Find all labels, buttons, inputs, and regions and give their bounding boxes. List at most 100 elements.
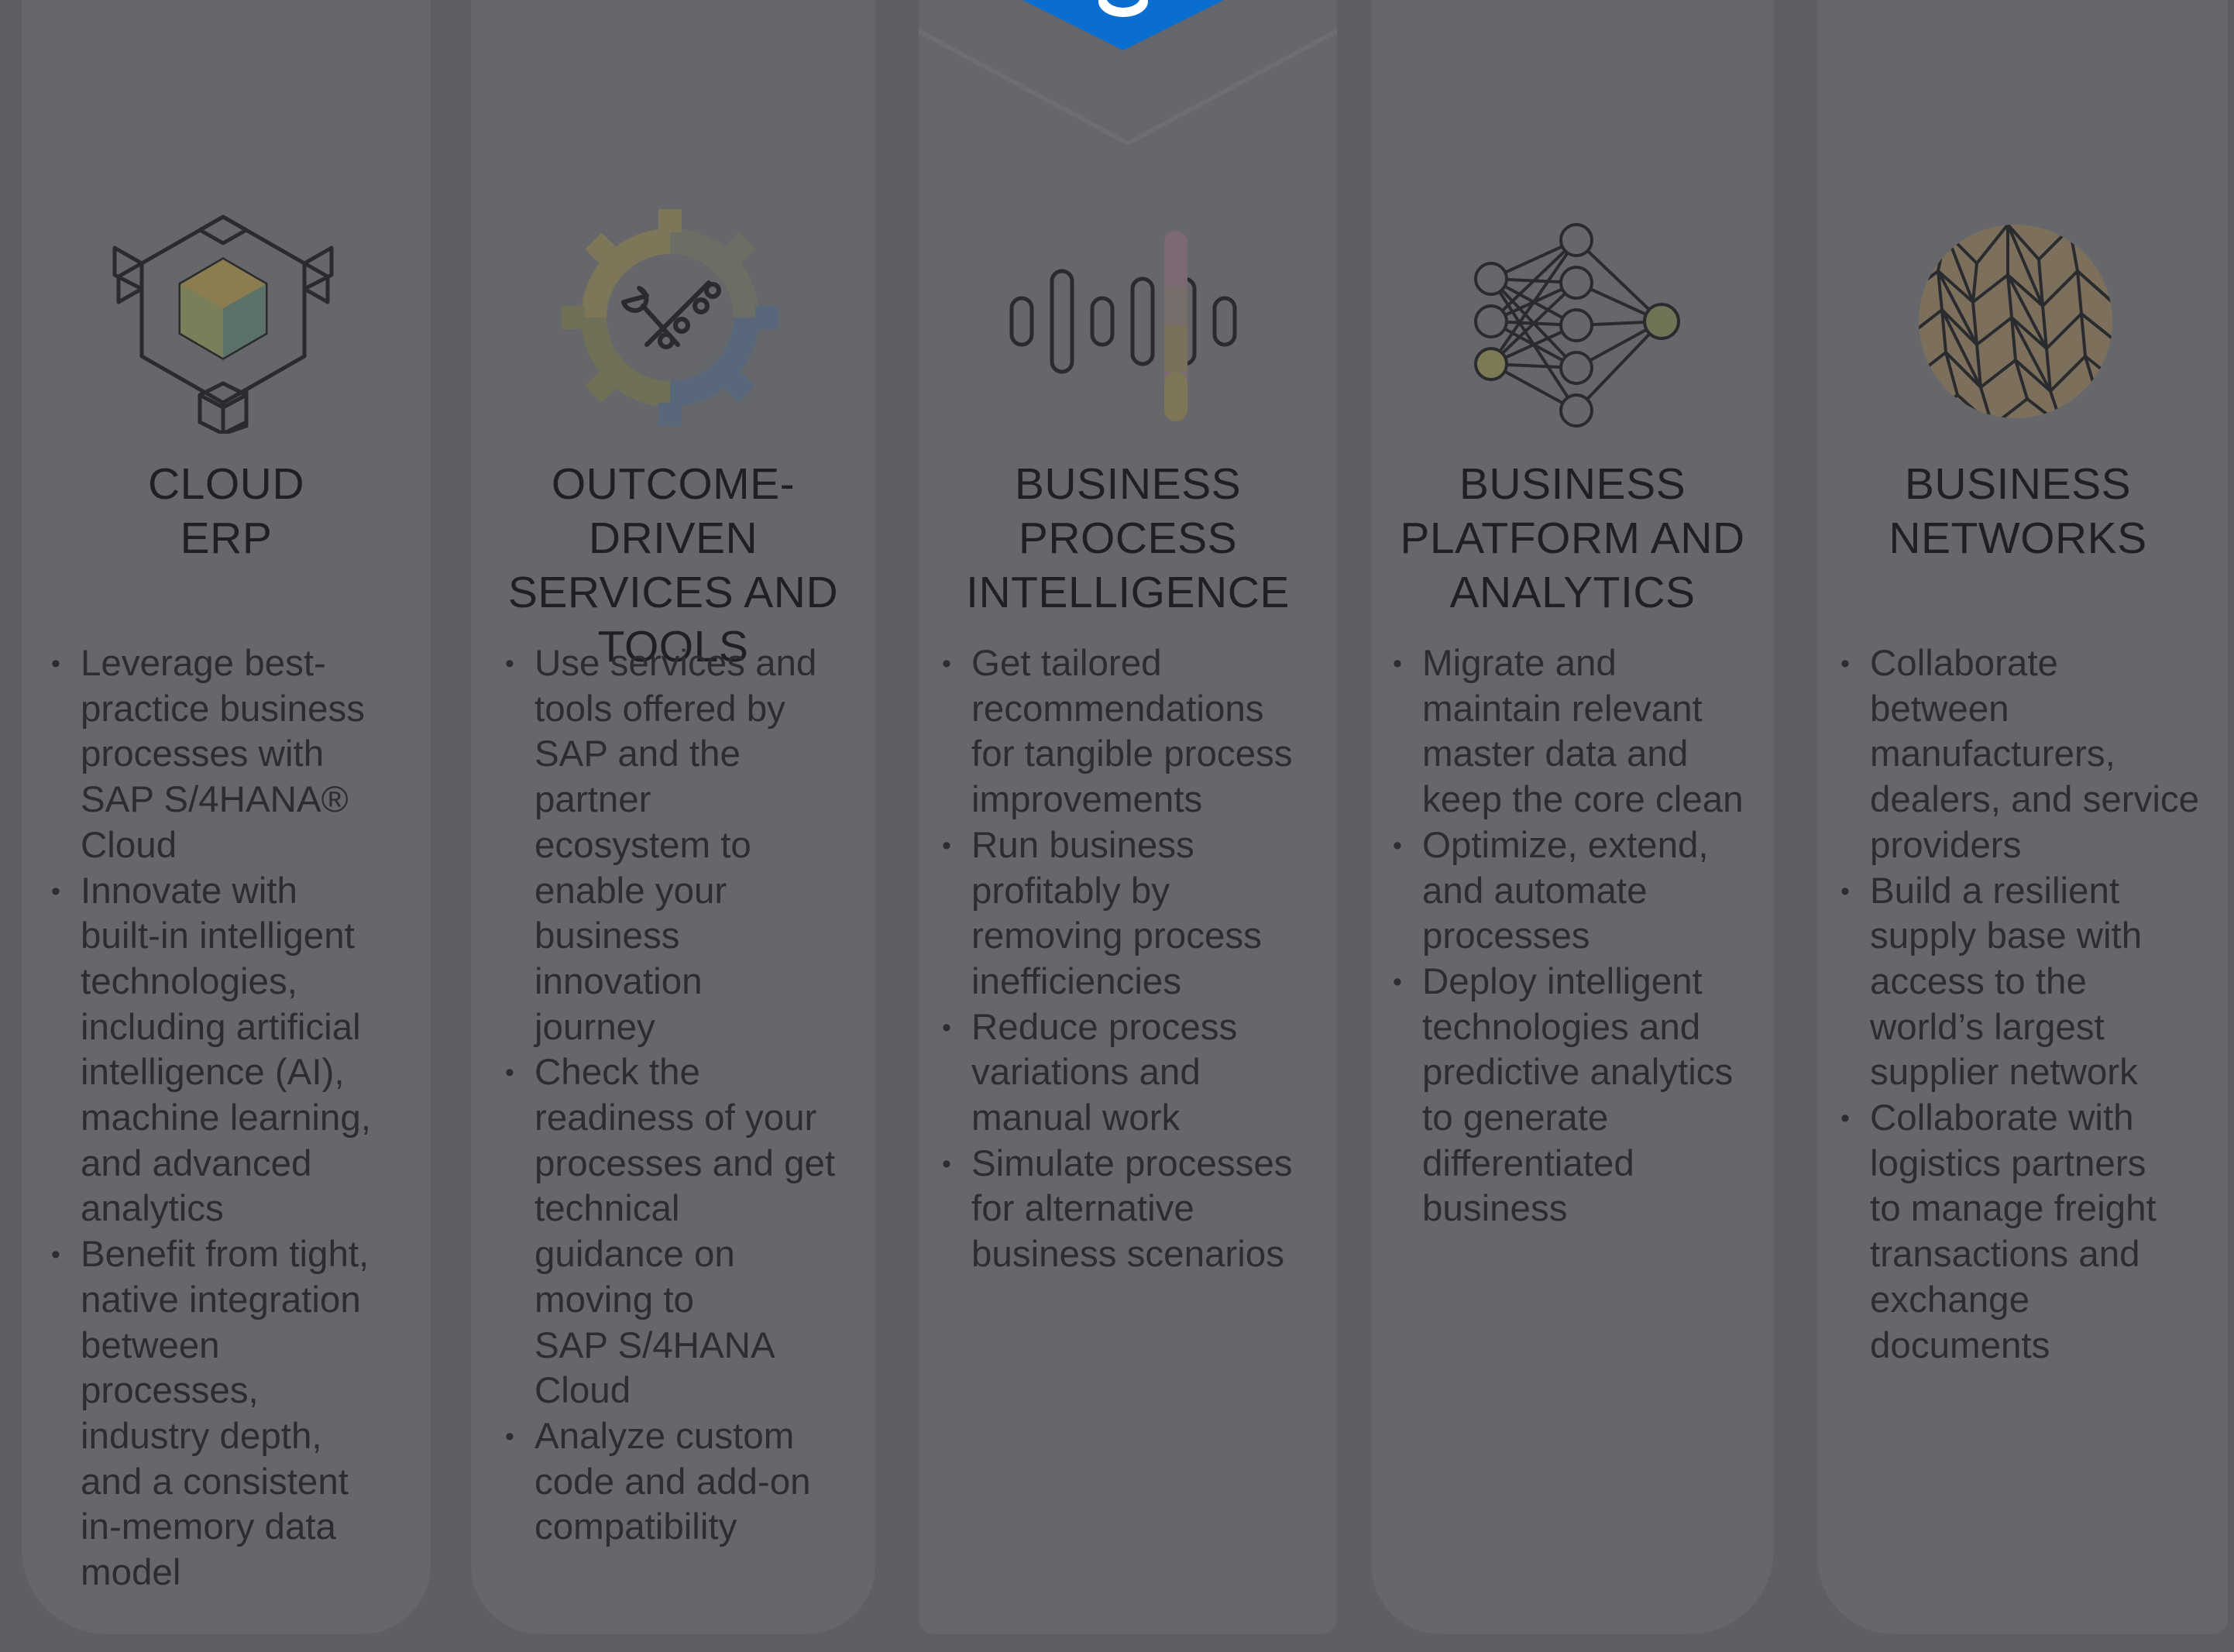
list-item: Deploy intelligent technologies and pred…: [1387, 960, 1774, 1232]
bullet-line: profitably by: [971, 870, 1170, 912]
title-line: OUTCOME-DRIVEN: [551, 459, 796, 563]
list-item: Benefit from tight, native integration b…: [45, 1232, 424, 1596]
bullet-line: SAP S/4HANA®: [81, 779, 349, 821]
solution-overview-page: CLOUD ERP Leverage best- practice busine…: [0, 0, 2234, 1652]
bullet-line: Cloud: [534, 1370, 631, 1412]
list-item: Leverage best- practice business process…: [45, 641, 424, 869]
title-line: BUSINESS: [1904, 459, 2132, 509]
bullet-line: dealers, and service: [1870, 779, 2200, 821]
list-item: Collaborate between manufacturers, deale…: [1834, 641, 2222, 869]
bullet-line: between: [1870, 688, 2009, 730]
column-title-platform-analytics: BUSINESS PLATFORM AND ANALYTICS: [1371, 457, 1774, 620]
bullet-line: ecosystem to: [534, 824, 751, 866]
bullet-line: practice business: [81, 688, 365, 730]
bullet-line: Collaborate with: [1870, 1097, 2134, 1139]
bullet-line: recommendations: [971, 688, 1264, 730]
gear-tools-icon: [554, 201, 786, 434]
bullet-line: Cloud: [81, 824, 177, 866]
bullet-line: processes: [1422, 915, 1590, 957]
bullet-line: Benefit from tight,: [81, 1234, 369, 1276]
list-item: Reduce process variations and manual wor…: [936, 1005, 1331, 1142]
list-item: Run business profitably by removing proc…: [936, 823, 1331, 1005]
bullet-line: partner: [534, 779, 651, 821]
list-item: Analyze custom code and add-on compatibi…: [499, 1414, 871, 1551]
bullet-line: business: [534, 915, 680, 957]
bullet-line: Innovate with: [81, 870, 297, 912]
bullet-line: manual work: [971, 1097, 1181, 1139]
bullet-line: business scenarios: [971, 1234, 1284, 1276]
bullet-line: differentiated: [1422, 1142, 1634, 1184]
bullet-line: analytics: [81, 1188, 224, 1230]
bullet-line: improvements: [971, 779, 1203, 821]
list-item: Check the readiness of your processes an…: [499, 1050, 871, 1414]
bullet-line: logistics partners: [1870, 1142, 2146, 1184]
bullet-line: technologies and: [1422, 1006, 1701, 1048]
title-line: INTELLIGENCE: [966, 568, 1290, 617]
bullet-line: supplier network: [1870, 1052, 2138, 1094]
bullet-line: business: [1422, 1188, 1568, 1230]
bullet-line: processes,: [81, 1370, 259, 1412]
bullet-line: Run business: [971, 824, 1194, 866]
bullet-line: inefficiencies: [971, 960, 1182, 1002]
bullet-line: intelligence (AI),: [81, 1052, 345, 1094]
title-line: CLOUD: [147, 459, 305, 509]
bullet-line: technologies,: [81, 960, 297, 1002]
bullet-line: moving to: [534, 1279, 694, 1321]
bullet-line: SAP and the: [534, 733, 741, 775]
title-line: SERVICES AND: [507, 568, 839, 617]
audio-bars-icon: [1007, 201, 1239, 434]
bullet-line: world’s largest: [1870, 1006, 2105, 1048]
bullet-line: and advanced: [81, 1142, 312, 1184]
bullet-line: in-memory data: [81, 1506, 336, 1548]
bullet-list-process-intelligence: Get tailored recommendations for tangibl…: [936, 641, 1331, 1278]
bullet-line: built-in intelligent: [81, 915, 355, 957]
bullet-line: and a consistent: [81, 1461, 349, 1503]
bullet-line: processes with: [81, 733, 325, 775]
bullet-line: including artificial: [81, 1006, 361, 1048]
bullet-list-platform-analytics: Migrate and maintain relevant master dat…: [1387, 641, 1774, 1232]
bullet-line: maintain relevant: [1422, 688, 1703, 730]
bullet-line: between: [81, 1324, 220, 1366]
bullet-list-cloud-erp: Leverage best- practice business process…: [45, 641, 424, 1596]
bullet-line: for alternative: [971, 1188, 1194, 1230]
list-item: Migrate and maintain relevant master dat…: [1387, 641, 1774, 823]
title-line: PLATFORM AND: [1400, 513, 1745, 563]
bullet-list-services-tools: Use services and tools offered by SAP an…: [499, 641, 871, 1551]
bullet-line: readiness of your: [534, 1097, 817, 1139]
bullet-line: to generate: [1422, 1097, 1609, 1139]
bullet-line: manufacturers,: [1870, 733, 2115, 775]
bullet-line: Check the: [534, 1052, 700, 1094]
bullet-line: Analyze custom: [534, 1415, 795, 1457]
bullet-line: Build a resilient: [1870, 870, 2120, 912]
bullet-line: Leverage best-: [81, 643, 326, 684]
bullet-line: to manage freight: [1870, 1188, 2157, 1230]
bullet-line: Optimize, extend,: [1422, 824, 1709, 866]
column-title-process-intelligence: BUSINESS PROCESS INTELLIGENCE: [919, 457, 1337, 620]
bullet-line: innovation: [534, 960, 703, 1002]
bullet-line: keep the core clean: [1422, 779, 1744, 821]
network-globe-icon: [1899, 201, 2132, 434]
bullet-line: guidance on: [534, 1234, 735, 1276]
bullet-line: exchange: [1870, 1279, 2030, 1321]
bullet-line: native integration: [81, 1279, 361, 1321]
bullet-line: for tangible process: [971, 733, 1293, 775]
bullet-line: processes and get: [534, 1142, 836, 1184]
bullet-line: Reduce process: [971, 1006, 1238, 1048]
bullet-line: and automate: [1422, 870, 1648, 912]
bullet-line: master data and: [1422, 733, 1689, 775]
title-line: ANALYTICS: [1449, 568, 1696, 617]
bullet-line: machine learning,: [81, 1097, 371, 1139]
cube-network-icon: [107, 201, 339, 436]
column-title-cloud-erp: CLOUD ERP: [22, 457, 431, 565]
bullet-list-business-networks: Collaborate between manufacturers, deale…: [1834, 641, 2222, 1369]
bullet-line: removing process: [971, 915, 1262, 957]
bullet-line: Use services and: [534, 643, 817, 684]
bullet-line: predictive analytics: [1422, 1052, 1734, 1094]
list-item: Use services and tools offered by SAP an…: [499, 641, 871, 1050]
bullet-line: providers: [1870, 824, 2022, 866]
bullet-line: technical: [534, 1188, 680, 1230]
bullet-line: access to the: [1870, 960, 2087, 1002]
bullet-line: SAP S/4HANA: [534, 1324, 775, 1366]
bullet-line: Get tailored: [971, 643, 1162, 684]
title-line: BUSINESS: [1459, 459, 1686, 509]
